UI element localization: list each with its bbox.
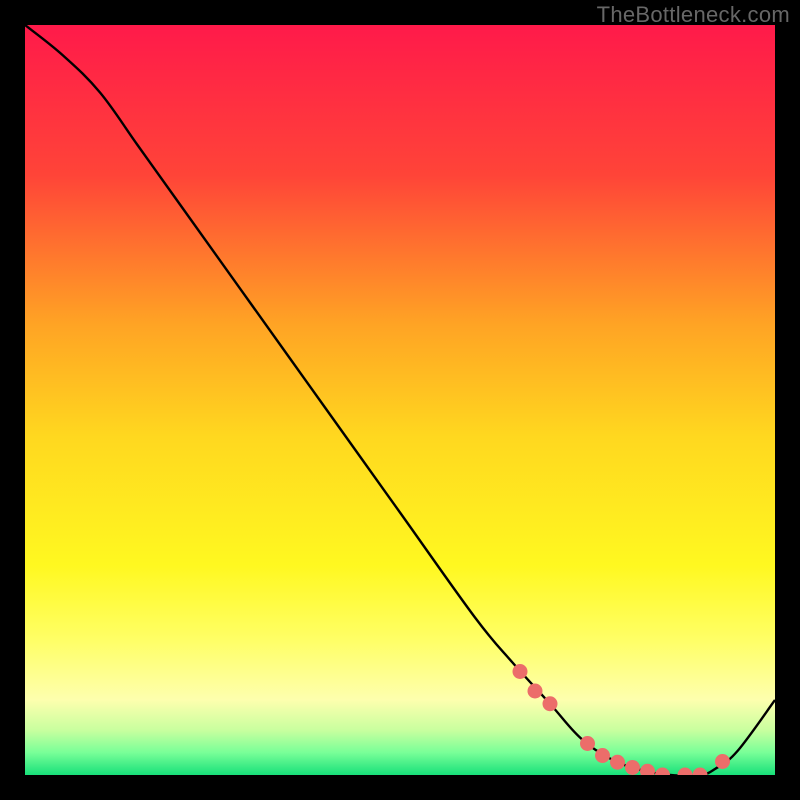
chart-svg bbox=[25, 25, 775, 775]
curve-marker bbox=[513, 664, 528, 679]
plot-area bbox=[25, 25, 775, 775]
curve-marker bbox=[625, 760, 640, 775]
gradient-background bbox=[25, 25, 775, 775]
curve-marker bbox=[528, 684, 543, 699]
curve-marker bbox=[580, 736, 595, 751]
chart-container: TheBottleneck.com bbox=[0, 0, 800, 800]
curve-marker bbox=[595, 748, 610, 763]
curve-marker bbox=[610, 755, 625, 770]
curve-marker bbox=[543, 696, 558, 711]
watermark-text: TheBottleneck.com bbox=[597, 2, 790, 28]
curve-marker bbox=[715, 754, 730, 769]
